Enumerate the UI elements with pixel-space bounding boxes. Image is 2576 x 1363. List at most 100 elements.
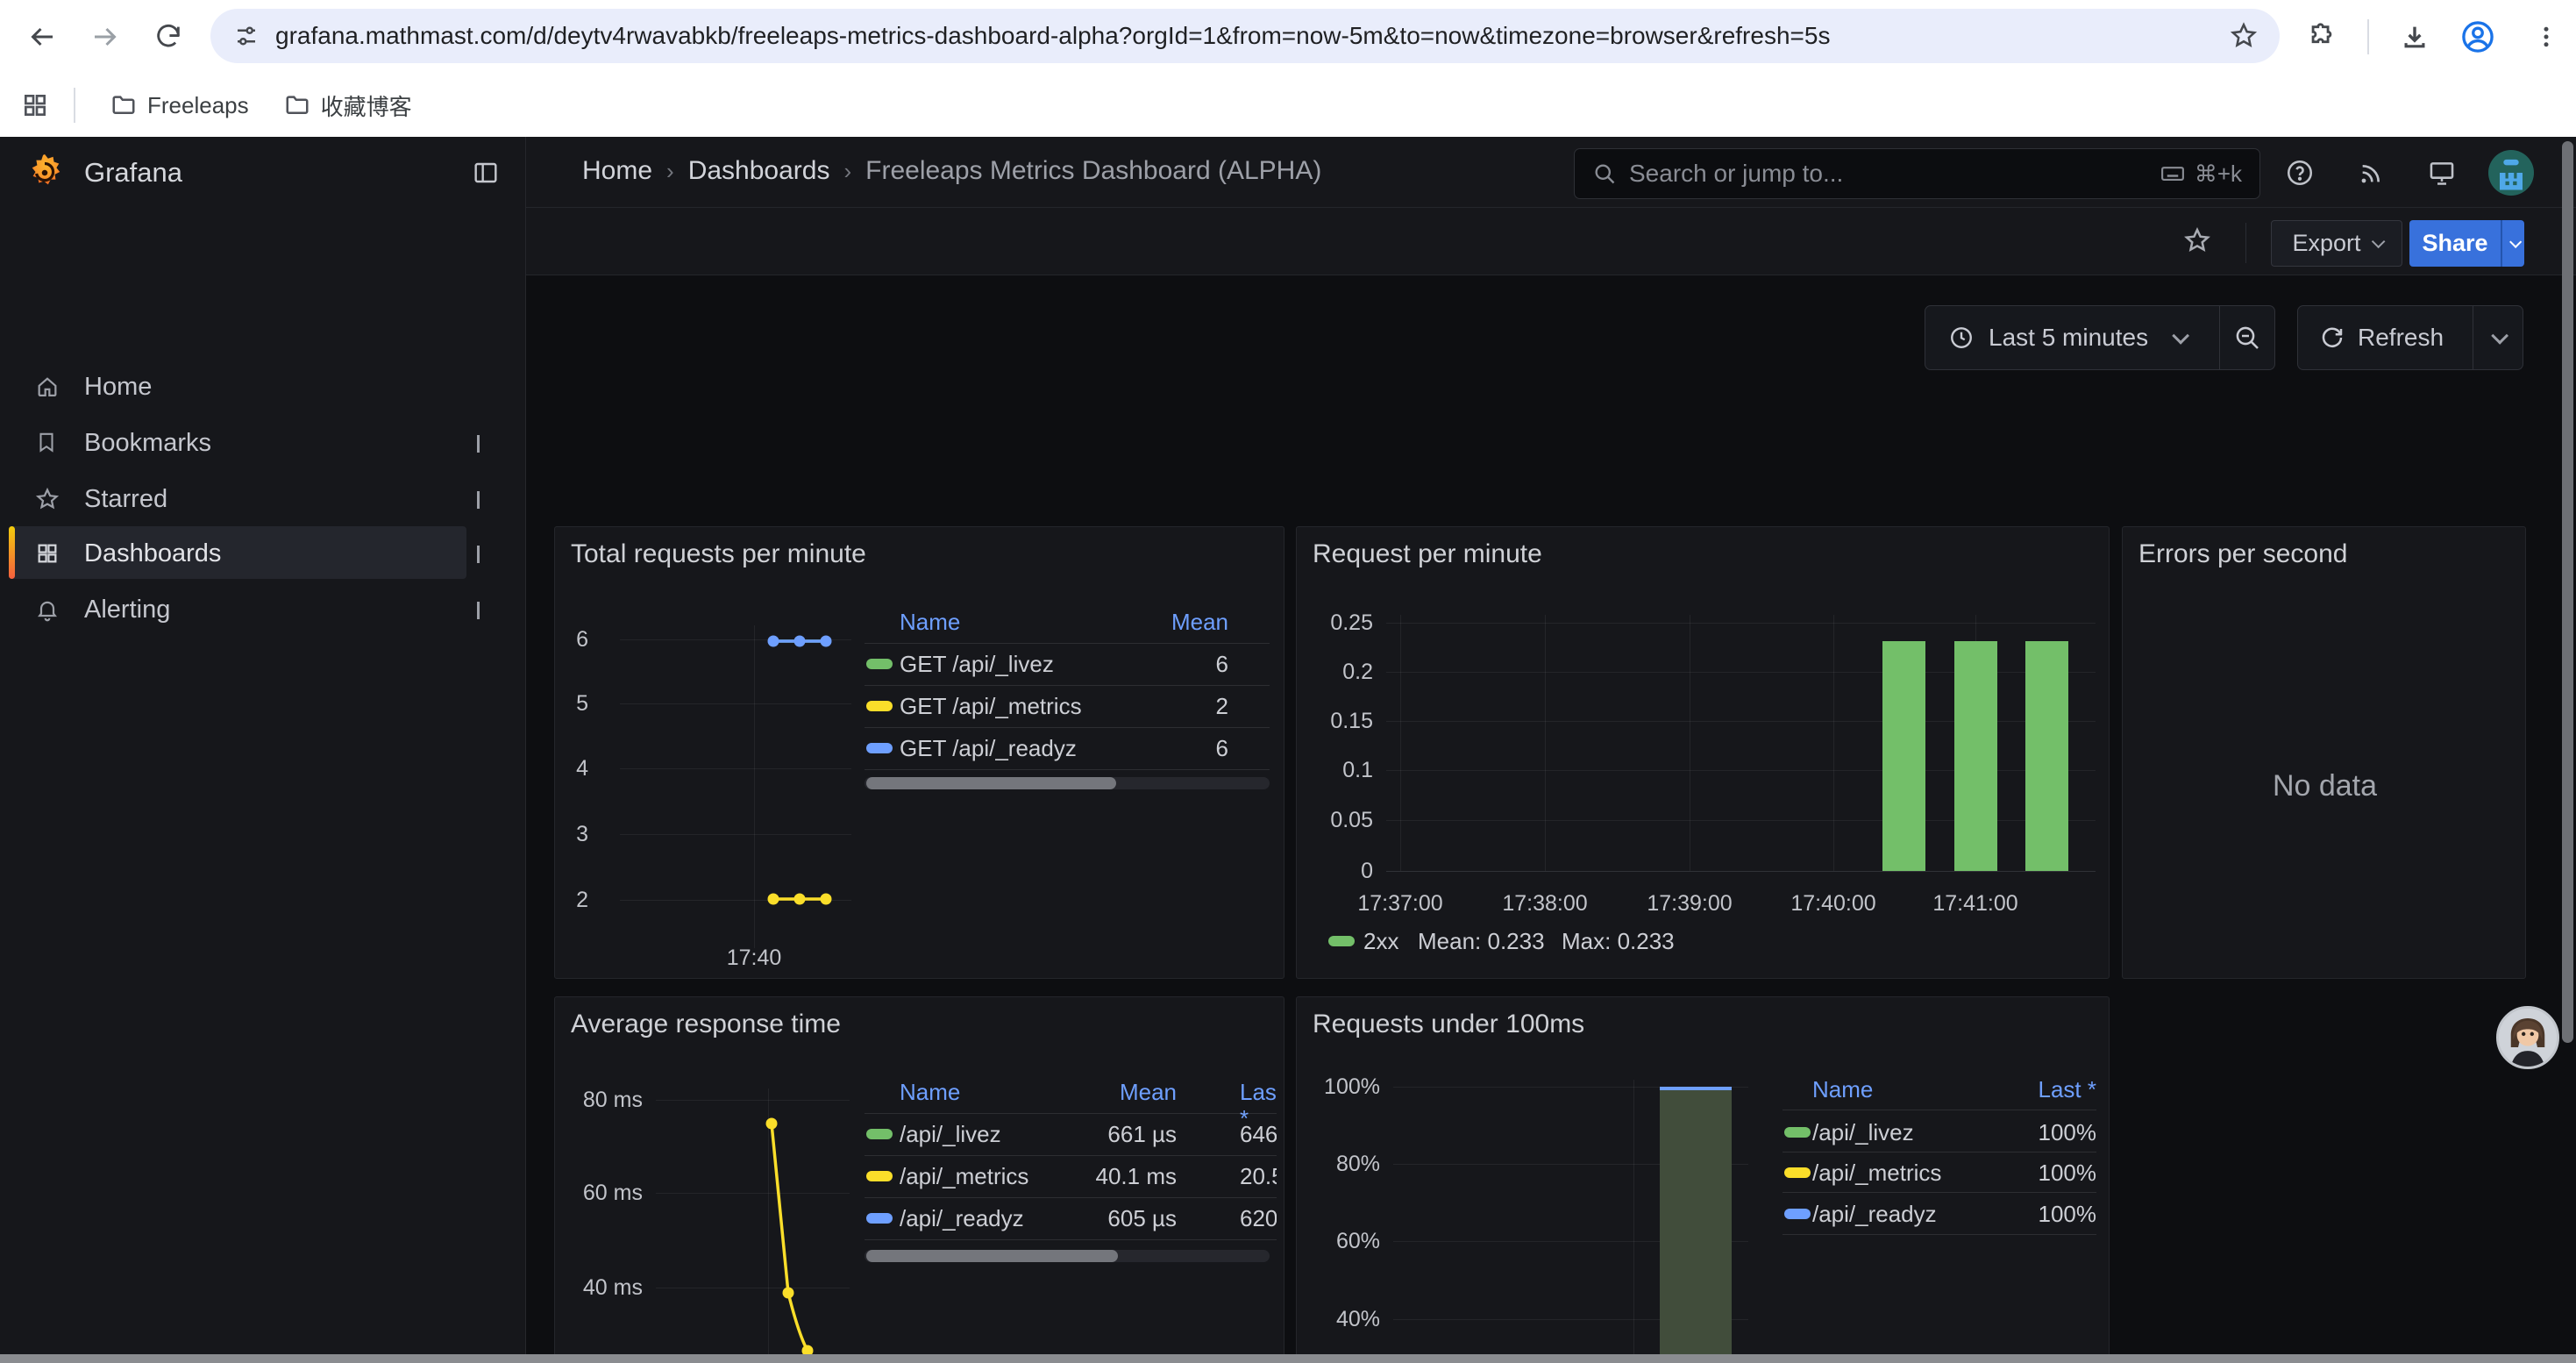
legend-name[interactable]: GET /api/_metrics <box>900 693 1082 719</box>
zoom-out-button[interactable] <box>2220 306 2274 369</box>
extensions-icon[interactable] <box>2304 19 2339 54</box>
legend-separator <box>865 727 1270 728</box>
user-avatar[interactable] <box>2488 150 2534 196</box>
reload-icon[interactable] <box>151 19 186 54</box>
legend-header-mean[interactable]: Mean <box>1054 1079 1177 1105</box>
y-tick: 0.15 <box>1306 708 1373 734</box>
grafana-app: Grafana Home Bookmarks <box>0 137 2576 1363</box>
series-pill-2xx[interactable] <box>1328 936 1355 946</box>
chevron-down-icon[interactable] <box>477 546 480 561</box>
legend-scrollbar-thumb[interactable] <box>866 1250 1118 1262</box>
sidebar-item-dashboards[interactable]: Dashboards <box>0 528 526 579</box>
share-menu-button[interactable] <box>2501 220 2524 267</box>
bar-2xx[interactable] <box>1882 641 1925 871</box>
bookmark-label: Freeleaps <box>147 92 249 119</box>
panel-total-requests[interactable]: Total requests per minute 6 5 4 3 2 17:4… <box>554 526 1284 979</box>
chevron-down-icon[interactable] <box>477 602 480 617</box>
legend-name[interactable]: /api/_readyz <box>1812 1201 1937 1227</box>
legend-name[interactable]: /api/_metrics <box>1812 1160 1941 1186</box>
gridline <box>1545 615 1546 871</box>
url-text[interactable]: grafana.mathmast.com/d/deytv4rwavabkb/fr… <box>275 22 1830 50</box>
legend-name[interactable]: /api/_readyz <box>900 1205 1024 1231</box>
legend-last: 100% <box>1974 1119 2096 1145</box>
time-range-button[interactable]: Last 5 minutes <box>1925 306 2219 369</box>
panel-errors-per-second[interactable]: Errors per second No data <box>2122 526 2526 979</box>
export-button[interactable]: Export <box>2271 220 2402 267</box>
apps-grid-icon[interactable] <box>21 91 49 119</box>
forward-icon[interactable] <box>88 19 123 54</box>
sidebar-item-bookmarks[interactable]: Bookmarks <box>0 417 526 468</box>
series-pill-metrics[interactable] <box>866 701 893 711</box>
profile-icon[interactable] <box>2459 18 2497 56</box>
legend-header-name[interactable]: Name <box>900 609 960 635</box>
legend-name[interactable]: /api/_livez <box>1812 1119 1914 1145</box>
monitor-icon[interactable] <box>2427 158 2457 188</box>
series-pill-livez[interactable] <box>1784 1127 1811 1138</box>
time-range-picker[interactable]: Last 5 minutes <box>1925 305 2275 370</box>
horizontal-scrollbar[interactable] <box>0 1354 2576 1363</box>
panel-requests-under-100ms[interactable]: Requests under 100ms 100% 80% 60% 40% 20… <box>1296 996 2110 1363</box>
girl-avatar-icon <box>2499 1009 2557 1067</box>
x-tick: 17:41:00 <box>1927 890 2024 917</box>
sidebar-toggle-icon[interactable] <box>472 159 500 187</box>
legend-name[interactable]: GET /api/_livez <box>900 651 1054 677</box>
legend-name[interactable]: /api/_metrics <box>900 1163 1028 1189</box>
legend-name[interactable]: 2xx <box>1363 928 1398 954</box>
panel-title[interactable]: Request per minute <box>1313 539 1542 569</box>
tune-icon[interactable] <box>233 23 260 49</box>
help-icon[interactable] <box>2285 158 2315 188</box>
menu-kebab-icon[interactable] <box>2529 19 2564 54</box>
share-button-main[interactable]: Share <box>2409 220 2501 267</box>
refresh-interval-button[interactable] <box>2473 306 2523 369</box>
legend-last: 646 µs <box>1240 1121 1277 1147</box>
legend-header-mean[interactable]: Mean <box>1092 609 1228 635</box>
bookmark-star-icon[interactable] <box>2229 21 2259 51</box>
series-pill-readyz[interactable] <box>866 743 893 753</box>
refresh-button[interactable]: Refresh <box>2298 306 2473 369</box>
panel-title[interactable]: Requests under 100ms <box>1313 1010 1584 1039</box>
series-pill-livez[interactable] <box>866 1129 893 1139</box>
legend-separator <box>865 685 1270 686</box>
chevron-down-icon[interactable] <box>477 491 480 507</box>
rss-icon[interactable] <box>2357 160 2385 188</box>
series-pill-readyz[interactable] <box>1784 1209 1811 1219</box>
search-input[interactable]: Search or jump to... ⌘+k <box>1574 148 2260 199</box>
back-icon[interactable] <box>25 19 60 54</box>
series-pill-livez[interactable] <box>866 659 893 669</box>
axis-baseline <box>1386 871 2096 872</box>
series-pill-metrics[interactable] <box>866 1171 893 1181</box>
share-button[interactable]: Share <box>2409 220 2524 267</box>
bar-2xx[interactable] <box>1954 641 1997 871</box>
panel-avg-response-time[interactable]: Average response time 80 ms 60 ms 40 ms … <box>554 996 1284 1363</box>
sidebar-item-starred[interactable]: Starred <box>0 474 526 525</box>
url-bar[interactable]: grafana.mathmast.com/d/deytv4rwavabkb/fr… <box>210 9 2280 63</box>
sidebar-item-alerting[interactable]: Alerting <box>0 584 526 635</box>
bookmark-folder-freeleaps[interactable]: Freeleaps <box>110 92 249 119</box>
series-pill-readyz[interactable] <box>866 1213 893 1224</box>
bookmark-folder-blogs[interactable]: 收藏博客 <box>284 89 412 122</box>
legend-name[interactable]: GET /api/_readyz <box>900 735 1077 761</box>
bar-under-100ms[interactable] <box>1660 1090 1732 1363</box>
breadcrumb-separator: › <box>666 158 674 185</box>
breadcrumb-home[interactable]: Home <box>582 156 652 186</box>
legend-scrollbar-thumb[interactable] <box>866 777 1116 789</box>
grafana-logo-icon[interactable] <box>25 153 65 193</box>
assistant-avatar[interactable] <box>2496 1006 2559 1069</box>
breadcrumb-dashboards[interactable]: Dashboards <box>688 156 830 186</box>
favorite-star-icon[interactable] <box>2183 226 2211 254</box>
refresh-control[interactable]: Refresh <box>2297 305 2523 370</box>
panel-request-per-minute[interactable]: Request per minute 0.25 0.2 0.15 0.1 0.0… <box>1296 526 2110 979</box>
legend-header-last[interactable]: Last * <box>1974 1076 2096 1103</box>
bar-2xx[interactable] <box>2025 641 2068 871</box>
chevron-down-icon[interactable] <box>477 435 480 451</box>
vertical-scrollbar[interactable] <box>2562 141 2573 1043</box>
series-pill-metrics[interactable] <box>1784 1167 1811 1178</box>
legend-name[interactable]: /api/_livez <box>900 1121 1001 1147</box>
legend-header-name[interactable]: Name <box>900 1079 960 1105</box>
folder-icon <box>284 92 310 118</box>
download-icon[interactable] <box>2397 19 2432 54</box>
legend-header-name[interactable]: Name <box>1812 1076 1873 1103</box>
sidebar-item-home[interactable]: Home <box>0 361 526 412</box>
panel-title[interactable]: Errors per second <box>2138 539 2347 569</box>
bookmarks-bar: Freeleaps 收藏博客 <box>0 74 2576 137</box>
